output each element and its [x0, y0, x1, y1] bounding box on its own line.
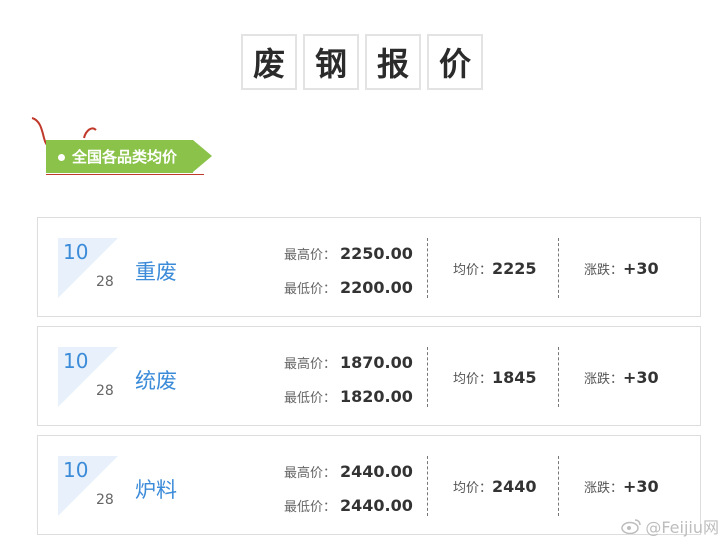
max-price: 最高价： 1870.00 [284, 353, 413, 372]
max-price: 最高价： 2250.00 [284, 244, 413, 263]
watermark-text: @Feijiu网 [645, 518, 719, 537]
price-change: 涨跌：+30 [584, 259, 659, 278]
max-price-label: 最高价： [284, 466, 337, 481]
weibo-icon [621, 519, 642, 534]
min-price: 最低价： 2200.00 [284, 278, 413, 297]
avg-price-label: 均价： [453, 481, 493, 496]
min-price-label: 最低价： [284, 391, 337, 406]
min-price-value: 2200.00 [340, 278, 413, 297]
divider [427, 456, 428, 516]
date-month: 10 [63, 458, 89, 482]
date-badge: 10 28 [58, 347, 118, 407]
date-day: 28 [96, 383, 114, 399]
date-month: 10 [63, 349, 89, 373]
max-price-value: 1870.00 [340, 353, 413, 372]
max-price-label: 最高价： [284, 357, 337, 372]
min-price-value: 1820.00 [340, 387, 413, 406]
title-char: 价 [427, 34, 483, 90]
max-price-label: 最高价： [284, 248, 337, 263]
avg-price-label: 均价： [453, 263, 493, 278]
dot-icon [58, 154, 65, 161]
min-price-value: 2440.00 [340, 496, 413, 515]
max-price-value: 2440.00 [340, 462, 413, 481]
price-change-label: 涨跌： [584, 263, 624, 278]
price-card: 10 28 炉料 最高价： 2440.00 最低价： 2440.00 均价：2440… [37, 435, 701, 535]
min-price-label: 最低价： [284, 500, 337, 515]
price-card: 10 28 统废 最高价： 1870.00 最低价： 1820.00 均价：1845… [37, 326, 701, 426]
page-title: 废 钢 报 价 [241, 34, 483, 90]
section-tag-label: 全国各品类均价 [46, 140, 212, 173]
min-price-label: 最低价： [284, 282, 337, 297]
date-badge: 10 28 [58, 238, 118, 298]
price-change-value: +30 [623, 368, 659, 387]
min-price: 最低价： 2440.00 [284, 496, 413, 515]
divider [558, 238, 559, 298]
avg-price: 均价：2225 [453, 259, 537, 278]
watermark: @Feijiu网 [621, 514, 719, 538]
date-month: 10 [63, 240, 89, 264]
price-change-label: 涨跌： [584, 481, 624, 496]
title-char: 报 [365, 34, 421, 90]
date-badge: 10 28 [58, 456, 118, 516]
min-price: 最低价： 1820.00 [284, 387, 413, 406]
max-price-value: 2250.00 [340, 244, 413, 263]
category-name: 炉料 [135, 478, 177, 502]
avg-price-value: 2225 [492, 259, 537, 278]
category-name: 重废 [135, 260, 177, 284]
avg-price-value: 1845 [492, 368, 537, 387]
avg-price-label: 均价： [453, 372, 493, 387]
category-name: 统废 [135, 369, 177, 393]
price-card: 10 28 重废 最高价： 2250.00 最低价： 2200.00 均价：2225… [37, 217, 701, 317]
section-tag: 全国各品类均价 [26, 116, 226, 180]
date-day: 28 [96, 274, 114, 290]
divider [427, 347, 428, 407]
avg-price-value: 2440 [492, 477, 537, 496]
tag-underline [46, 174, 204, 175]
section-tag-text: 全国各品类均价 [72, 148, 178, 166]
price-change-value: +30 [623, 477, 659, 496]
price-change-label: 涨跌： [584, 372, 624, 387]
title-char: 废 [241, 34, 297, 90]
divider [558, 456, 559, 516]
price-change: 涨跌：+30 [584, 477, 659, 496]
price-change-value: +30 [623, 259, 659, 278]
avg-price: 均价：1845 [453, 368, 537, 387]
divider [558, 347, 559, 407]
avg-price: 均价：2440 [453, 477, 537, 496]
title-char: 钢 [303, 34, 359, 90]
date-day: 28 [96, 492, 114, 508]
price-change: 涨跌：+30 [584, 368, 659, 387]
divider [427, 238, 428, 298]
max-price: 最高价： 2440.00 [284, 462, 413, 481]
